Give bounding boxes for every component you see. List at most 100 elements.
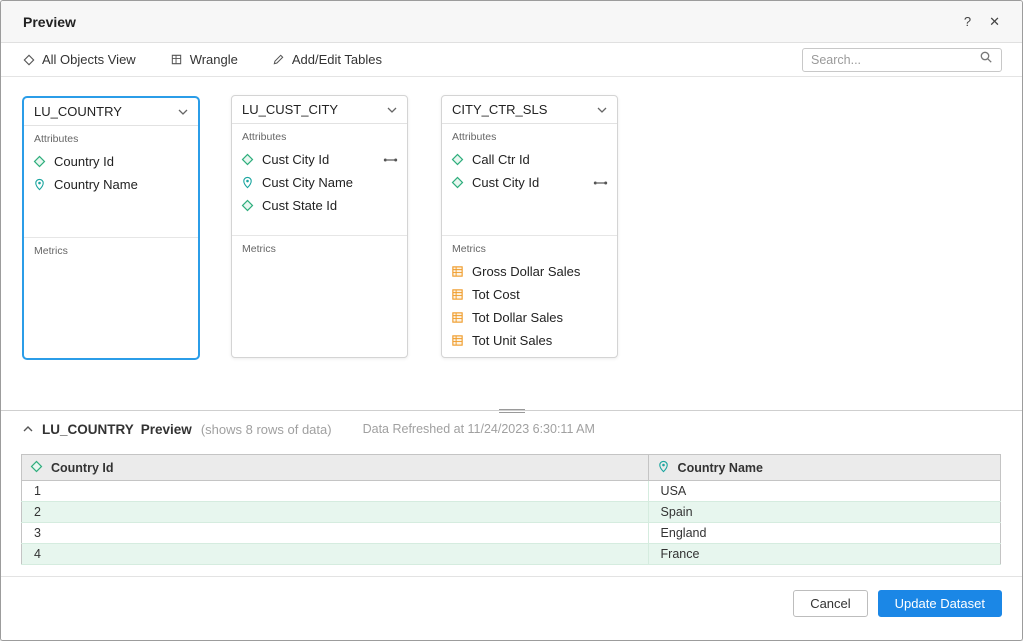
metric-name: Gross Dollar Sales: [472, 264, 580, 279]
metric-item[interactable]: Tot Unit Sales: [442, 329, 617, 352]
title-bar: Preview ? ✕: [1, 1, 1022, 43]
splitter-handle[interactable]: [499, 407, 525, 414]
toolbar-wrangle[interactable]: Wrangle: [170, 52, 238, 67]
attribute-item[interactable]: Cust City Name: [232, 171, 407, 194]
table-card-lu-cust-city[interactable]: LU_CUST_CITY Attributes Cust City Id Cus…: [231, 95, 408, 358]
search-input[interactable]: [811, 53, 979, 67]
table-card-header[interactable]: CITY_CTR_SLS: [442, 96, 617, 124]
attributes-label: Attributes: [24, 133, 198, 150]
preview-header: LU_COUNTRY Preview (shows 8 rows of data…: [1, 411, 1022, 447]
metrics-section: Metrics: [24, 238, 198, 358]
cell-country-id: 2: [22, 502, 649, 523]
attribute-item[interactable]: Country Name: [24, 173, 198, 196]
toolbar-all-objects-view[interactable]: All Objects View: [23, 52, 136, 67]
metric-item[interactable]: Gross Dollar Sales: [442, 260, 617, 283]
metric-item[interactable]: Tot Cost: [442, 283, 617, 306]
attribute-name: Cust City Name: [262, 175, 353, 190]
cell-country-id: 1: [22, 481, 649, 502]
pencil-icon: [272, 53, 285, 66]
geo-pin-icon: [33, 178, 46, 191]
attribute-name: Country Name: [54, 177, 138, 192]
search-icon[interactable]: [979, 50, 993, 69]
table-card-lu-country[interactable]: LU_COUNTRY Attributes Country Id Country…: [23, 97, 199, 359]
table-card-city-ctr-sls[interactable]: CITY_CTR_SLS Attributes Call Ctr Id Cust…: [441, 95, 618, 358]
toolbar-add-edit-tables[interactable]: Add/Edit Tables: [272, 52, 382, 67]
attribute-item[interactable]: Country Id: [24, 150, 198, 173]
geo-pin-icon: [241, 176, 254, 189]
collapse-chevron-icon[interactable]: [21, 424, 35, 434]
join-link-icon: [383, 156, 398, 164]
metrics-label: Metrics: [24, 245, 198, 262]
table-row: 2 Spain: [22, 502, 1001, 523]
toolbar: All Objects View Wrangle Add/Edit Tables: [1, 43, 1022, 77]
attribute-name: Cust State Id: [262, 198, 337, 213]
attribute-item[interactable]: Call Ctr Id: [442, 148, 617, 171]
preview-rows-note: (shows 8 rows of data): [201, 422, 332, 437]
help-icon[interactable]: ?: [964, 15, 971, 28]
table-row: 3 England: [22, 523, 1001, 544]
column-header-country-name: Country Name: [648, 455, 1000, 481]
geo-pin-icon: [657, 460, 670, 476]
preview-dialog: Preview ? ✕ All Objects View Wrangle Add…: [0, 0, 1023, 641]
join-link-icon: [593, 179, 608, 187]
attribute-item[interactable]: Cust City Id: [232, 148, 407, 171]
table-card-header[interactable]: LU_COUNTRY: [24, 98, 198, 126]
table-name: CITY_CTR_SLS: [452, 102, 547, 117]
column-label: Country Id: [51, 461, 114, 475]
attribute-name: Call Ctr Id: [472, 152, 530, 167]
search-box[interactable]: [802, 48, 1002, 72]
diamond-outline-icon: [23, 54, 35, 66]
chevron-down-icon[interactable]: [597, 107, 607, 113]
metrics-section: Metrics Gross Dollar Sales Tot Cost Tot …: [442, 236, 617, 357]
metric-icon: [451, 265, 464, 278]
table-name: LU_COUNTRY: [34, 104, 122, 119]
table-header-row: Country Id Country Name: [22, 455, 1001, 481]
cancel-button[interactable]: Cancel: [793, 590, 867, 617]
metric-icon: [451, 311, 464, 324]
cell-country-name: France: [648, 544, 1000, 565]
attributes-section: Attributes Call Ctr Id Cust City Id: [442, 124, 617, 236]
table-row: 1 USA: [22, 481, 1001, 502]
table-card-header[interactable]: LU_CUST_CITY: [232, 96, 407, 124]
attribute-diamond-icon: [451, 176, 464, 189]
attribute-name: Cust City Id: [472, 175, 539, 190]
metric-item[interactable]: Tot Dollar Sales: [442, 306, 617, 329]
data-refreshed-text: Data Refreshed at 11/24/2023 6:30:11 AM: [363, 422, 595, 436]
close-icon[interactable]: ✕: [989, 15, 1000, 28]
attribute-diamond-icon: [33, 155, 46, 168]
dialog-title: Preview: [23, 14, 76, 30]
preview-table-name: LU_COUNTRY: [42, 422, 134, 437]
toolbar-label-add-edit-tables: Add/Edit Tables: [292, 52, 382, 67]
attribute-diamond-icon: [241, 199, 254, 212]
metrics-label: Metrics: [442, 243, 617, 260]
toolbar-label-wrangle: Wrangle: [190, 52, 238, 67]
dialog-footer: Cancel Update Dataset: [1, 576, 1022, 640]
column-header-country-id: Country Id: [22, 455, 649, 481]
chevron-down-icon[interactable]: [387, 107, 397, 113]
preview-table-container: Country Id Country Name 1 USA: [1, 447, 1022, 565]
attribute-diamond-icon: [451, 153, 464, 166]
attributes-label: Attributes: [232, 131, 407, 148]
table-name: LU_CUST_CITY: [242, 102, 338, 117]
toolbar-label-all-objects-view: All Objects View: [42, 52, 136, 67]
metric-name: Tot Cost: [472, 287, 520, 302]
chevron-down-icon[interactable]: [178, 109, 188, 115]
table-row: 4 France: [22, 544, 1001, 565]
attribute-name: Cust City Id: [262, 152, 329, 167]
attribute-item[interactable]: Cust City Id: [442, 171, 617, 194]
metric-icon: [451, 288, 464, 301]
preview-label: Preview: [141, 422, 192, 437]
attribute-name: Country Id: [54, 154, 114, 169]
attributes-label: Attributes: [442, 131, 617, 148]
cell-country-name: England: [648, 523, 1000, 544]
wrangle-icon: [170, 53, 183, 66]
cell-country-name: USA: [648, 481, 1000, 502]
attributes-section: Attributes Country Id Country Name: [24, 126, 198, 238]
attribute-item[interactable]: Cust State Id: [232, 194, 407, 217]
cell-country-id: 4: [22, 544, 649, 565]
metrics-section: Metrics: [232, 236, 407, 357]
update-dataset-button[interactable]: Update Dataset: [878, 590, 1002, 617]
attributes-section: Attributes Cust City Id Cust City Name C…: [232, 124, 407, 236]
metrics-label: Metrics: [232, 243, 407, 260]
column-label: Country Name: [678, 461, 763, 475]
